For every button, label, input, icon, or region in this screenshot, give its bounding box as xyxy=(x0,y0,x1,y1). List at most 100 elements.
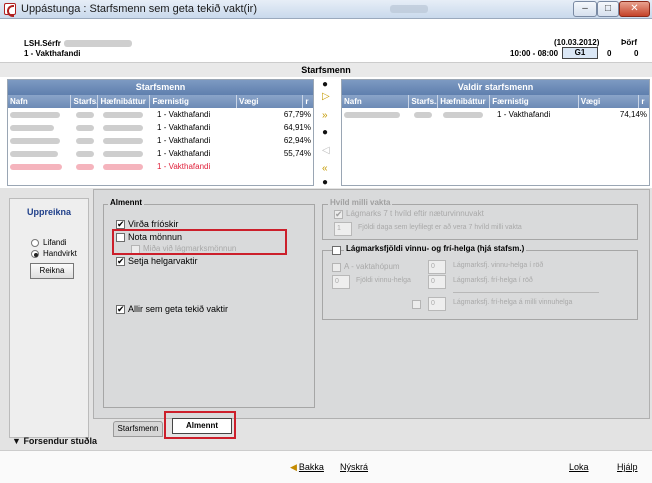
weekend-shifts-checkbox[interactable] xyxy=(116,256,125,267)
free-weekends-between-label: Lágmarksfj. frí-helga á milli vinnuhelga xyxy=(453,299,573,306)
col-competence[interactable]: Hæfnibáttur xyxy=(438,95,491,108)
general-group-title: Almennt xyxy=(108,198,144,207)
col-role[interactable]: Starfs... xyxy=(71,95,99,108)
title-bar: Uppástunga : Starfsmenn sem geta tekið v… xyxy=(0,0,652,19)
new-link[interactable]: Nýskrá xyxy=(340,462,368,472)
col-r[interactable]: r xyxy=(303,95,313,108)
shift-groups-label: A - vaktahópum xyxy=(344,262,400,271)
tab-staff[interactable]: Starfsmenn xyxy=(113,421,163,437)
shift-name: 1 - Vakthafandi xyxy=(24,49,81,58)
blurred-name xyxy=(10,137,60,144)
col-skill[interactable]: Færnistig xyxy=(150,95,237,108)
blurred-name xyxy=(344,111,400,118)
weight-cell: 55,74% xyxy=(283,149,311,158)
blurred-competence xyxy=(103,111,144,118)
transfer-buttons: ● ▷ » ● ◁ « ● xyxy=(318,78,338,188)
col-weight[interactable]: Vægi xyxy=(579,95,640,108)
count-value: 0 xyxy=(634,49,639,58)
weekend-shifts-label: Setja helgarvaktir xyxy=(128,256,198,266)
blurred-competence xyxy=(103,150,144,157)
move-all-left-icon[interactable]: « xyxy=(322,164,328,174)
table-row[interactable]: 1 - Vakthafandi 64,91% xyxy=(8,121,313,134)
blurred-role xyxy=(75,137,94,144)
back-link[interactable]: ◀ Bakka xyxy=(290,462,324,473)
unit-name: LSH.Sérfr xyxy=(24,39,61,48)
coefficient-settings-toggle[interactable]: ▼ Forsendur stuðla xyxy=(12,436,97,446)
blurred-role xyxy=(75,150,94,157)
blurred-role xyxy=(75,124,94,131)
minimize-button[interactable]: – xyxy=(573,1,597,17)
all-staff-label: Allir sem geta tekið vaktir xyxy=(128,304,229,314)
free-weekends-between-checkbox[interactable] xyxy=(412,300,421,309)
blurred-area xyxy=(390,5,428,13)
manual-label: Handvirkt xyxy=(43,249,77,258)
footer-bar: ◀ Bakka Nýskrá Loka Hjálp xyxy=(0,450,652,483)
table-row[interactable]: 1 - Vakthafandi 67,79% xyxy=(8,108,313,121)
weekend-min-title: Lágmarksfjöldi vinnu- og frí-helga (hjá … xyxy=(344,244,527,253)
min-free-weekends-spinner[interactable]: 0 xyxy=(428,275,446,289)
min-rest-label: Lágmarks 7 t hvíld eftir næturvinnuvakt xyxy=(346,209,484,218)
help-link[interactable]: Hjálp xyxy=(617,462,638,472)
recalc-title: Uppreikna xyxy=(27,207,72,217)
triangle-down-icon: ▼ xyxy=(12,436,21,446)
respect-holidays-checkbox[interactable] xyxy=(116,219,125,230)
skill-cell: 1 - Vakthafandi xyxy=(157,110,211,119)
weight-cell: 67,79% xyxy=(283,110,311,119)
blurred-name xyxy=(10,163,62,170)
col-weight[interactable]: Vægi xyxy=(237,95,304,108)
section-title: Starfsmenn xyxy=(0,63,652,77)
col-name[interactable]: Nafn xyxy=(8,95,72,108)
blurred-competence xyxy=(103,124,144,131)
move-left-icon[interactable]: ◁ xyxy=(322,146,330,156)
skill-cell: 1 - Vakthafandi xyxy=(157,162,211,171)
selected-staff-header: Nafn Starfs... Hæfnibáttur Færnistig Væg… xyxy=(342,95,649,108)
all-staff-checkbox[interactable] xyxy=(116,304,125,315)
move-all-right-icon[interactable]: » xyxy=(322,111,328,121)
close-link[interactable]: Loka xyxy=(569,462,589,472)
back-arrow-icon: ◀ xyxy=(290,462,297,472)
manual-radio[interactable] xyxy=(31,250,39,258)
col-competence[interactable]: Hæfnibáttur xyxy=(98,95,151,108)
rest-days-spinner[interactable]: 1 xyxy=(334,222,352,236)
blurred-competence xyxy=(103,137,144,144)
coefficient-settings-label: Forsendur stuðla xyxy=(23,436,97,446)
col-skill[interactable]: Færnistig xyxy=(490,95,579,108)
min-rest-checkbox[interactable] xyxy=(334,209,343,220)
calculate-button[interactable]: Reikna xyxy=(30,263,74,279)
col-role[interactable]: Starfs... xyxy=(409,95,439,108)
scroll-down-icon[interactable]: ● xyxy=(322,178,328,188)
shift-groups-checkbox[interactable] xyxy=(332,263,341,272)
free-weekends-between-spinner[interactable]: 0 xyxy=(428,297,446,311)
work-weekends-spinner[interactable]: 0 xyxy=(332,275,350,289)
blurred-competence xyxy=(103,163,144,170)
min-work-weekends-label: Lágmarksfj. vinnu-helga í röð xyxy=(453,262,544,269)
blurred-role xyxy=(413,111,432,118)
maximize-button[interactable]: □ xyxy=(597,1,619,17)
move-right-icon[interactable]: ▷ xyxy=(322,92,330,102)
highlight-general-tab xyxy=(164,411,236,439)
weight-cell: 74,14% xyxy=(619,110,648,119)
live-radio[interactable] xyxy=(31,239,39,247)
divider xyxy=(453,292,599,293)
col-name[interactable]: Nafn xyxy=(342,95,410,108)
shift-date: (10.03.2012) xyxy=(554,38,600,47)
table-row[interactable]: 1 - Vakthafandi 74,14% xyxy=(342,108,649,121)
work-weekends-label: Fjöldi vinnu-helga xyxy=(356,277,411,284)
weight-cell: 64,91% xyxy=(283,123,311,132)
weekend-min-checkbox[interactable] xyxy=(332,246,341,255)
skill-cell: 1 - Vakthafandi xyxy=(157,136,211,145)
min-free-weekends-label: Lágmarksfj. frí-helga í röð xyxy=(453,277,533,284)
scroll-up-icon[interactable]: ● xyxy=(322,80,328,90)
shift-code-badge: G1 xyxy=(562,47,598,59)
weight-cell xyxy=(244,160,313,173)
close-button[interactable]: ✕ xyxy=(619,1,650,17)
table-row[interactable]: 1 - Vakthafandi 55,74% xyxy=(8,147,313,160)
col-r[interactable]: r xyxy=(639,95,649,108)
rest-days-label: Fjöldi daga sem leyfilegt er að vera 7 h… xyxy=(358,224,522,231)
table-row[interactable]: 1 - Vakthafandi 62,94% xyxy=(8,134,313,147)
table-row[interactable]: 1 - Vakthafandi xyxy=(8,160,313,173)
min-work-weekends-spinner[interactable]: 0 xyxy=(428,260,446,274)
window-title: Uppástunga : Starfsmenn sem geta tekið v… xyxy=(21,3,257,15)
selected-staff-panel: Valdir starfsmenn Nafn Starfs... Hæfnibá… xyxy=(341,79,650,186)
dot-icon: ● xyxy=(322,127,329,138)
